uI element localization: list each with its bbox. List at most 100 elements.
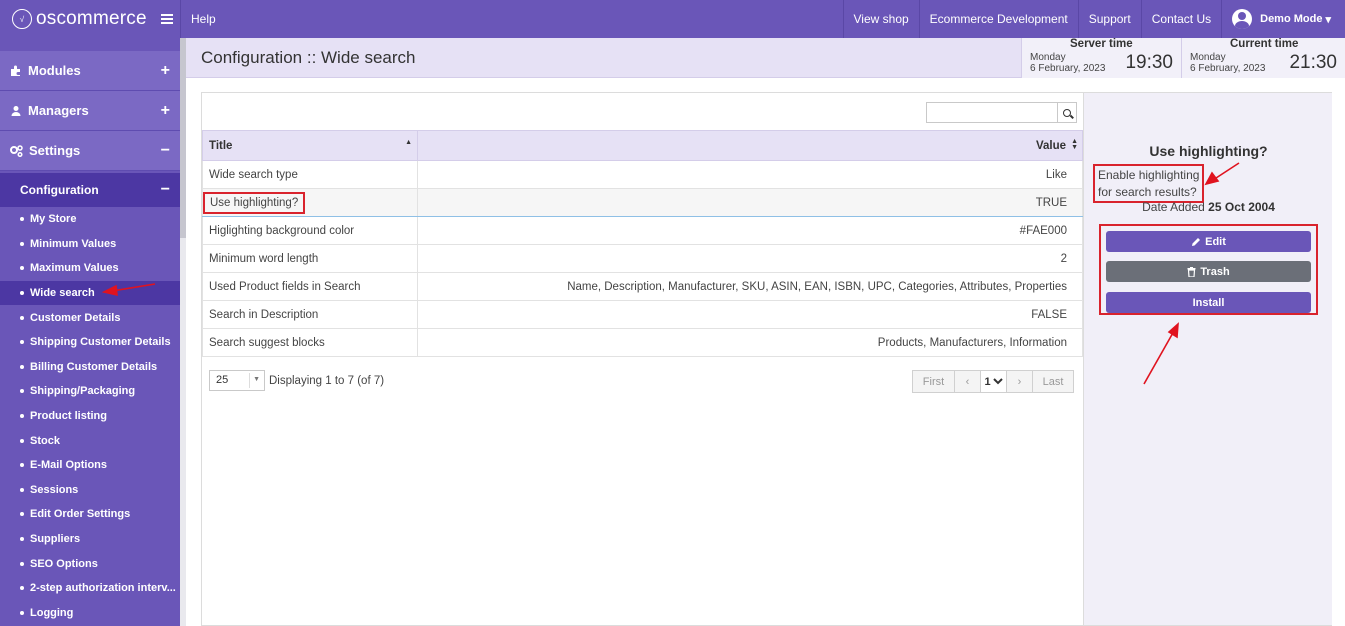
table-row[interactable]: Higlighting background color #FAE000 <box>202 216 1083 245</box>
sort-icon: ▲ ▼ <box>1071 138 1078 151</box>
sidebar-item-settings[interactable]: Settings − <box>0 131 180 171</box>
sidebar: Modules + Managers + Settings − Configur… <box>0 38 180 626</box>
ecommerce-development-link[interactable]: Ecommerce Development <box>918 0 1078 38</box>
sidebar-subitem-label: Edit Order Settings <box>30 508 131 521</box>
sidebar-subitem[interactable]: Wide search <box>0 280 180 306</box>
sidebar-subitem-label: Billing Customer Details <box>30 360 158 373</box>
install-button[interactable]: Install <box>1106 292 1311 313</box>
sidebar-subitem[interactable]: Maximum Values <box>0 256 180 281</box>
table-row[interactable]: Wide search type Like <box>202 160 1083 189</box>
main-panel: Title ▲ Value ▲ ▼ Wide search type Like Use… <box>201 92 1332 626</box>
sidebar-subitem[interactable]: Shipping Customer Details <box>0 330 180 355</box>
sidebar-subitem[interactable]: Suppliers <box>0 527 180 552</box>
page-select[interactable]: 1 <box>981 371 1007 392</box>
per-page-value: 25 <box>216 374 229 386</box>
sidebar-item-modules[interactable]: Modules + <box>0 51 180 91</box>
bullet-icon <box>20 463 24 468</box>
sidebar-item-label: Configuration <box>20 183 99 197</box>
sidebar-subitem[interactable]: Edit Order Settings <box>0 502 180 527</box>
user-avatar-icon <box>1232 9 1253 29</box>
sidebar-subitem-label: Product listing <box>30 410 107 423</box>
sidebar-subitem[interactable]: Stock <box>0 428 180 453</box>
sidebar-subitem[interactable]: SEO Options <box>0 551 180 576</box>
user-menu[interactable]: Demo Mode ▾ <box>1221 0 1345 38</box>
table-row[interactable]: Search in Description FALSE <box>202 300 1083 329</box>
bullet-icon <box>20 586 24 591</box>
hamburger-menu-icon[interactable] <box>160 12 173 26</box>
column-header-value[interactable]: Value ▲ ▼ <box>417 130 1083 161</box>
install-button-label: Install <box>1192 296 1225 309</box>
sidebar-item-managers[interactable]: Managers + <box>0 91 180 131</box>
table-row[interactable]: Search suggest blocks Products, Manufactu… <box>202 328 1083 357</box>
logo[interactable]: √ oscommerce <box>0 0 180 38</box>
chevron-left-icon[interactable]: ‹ <box>955 371 981 392</box>
sidebar-subitem[interactable]: Billing Customer Details <box>0 355 180 380</box>
cell-title: Wide search type <box>202 160 418 189</box>
bullet-icon <box>20 487 24 492</box>
server-time-date: Monday 6 February, 2023 <box>1030 52 1105 74</box>
contact-us-link[interactable]: Contact Us <box>1140 0 1221 38</box>
cell-title-text: Wide search type <box>209 168 298 181</box>
current-time-date: Monday 6 February, 2023 <box>1190 52 1265 74</box>
column-header-label: Value <box>1035 139 1066 152</box>
current-time: Current time Monday 6 February, 2023 21:… <box>1181 38 1345 78</box>
chevron-right-icon[interactable]: › <box>1007 371 1033 392</box>
column-header-label: Title <box>209 139 233 152</box>
sidebar-subitem[interactable]: 2-step authorization interv... <box>0 576 180 601</box>
page-header: Configuration :: Wide search Server time… <box>186 38 1345 78</box>
cell-title-text: Search suggest blocks <box>209 336 325 349</box>
cell-title: Minimum word length <box>202 244 418 273</box>
sidebar-subitem[interactable]: My Store <box>0 207 180 232</box>
help-link[interactable]: Help <box>180 0 226 38</box>
current-time-full-date: 6 February, 2023 <box>1190 63 1266 74</box>
configuration-submenu: My Store Minimum Values Maximum Values Wide… <box>0 207 180 625</box>
date-added: Date Added 25 Oct 2004 <box>1084 200 1333 214</box>
sidebar-subitem[interactable]: Sessions <box>0 478 180 503</box>
configuration-table: Title ▲ Value ▲ ▼ Wide search type Like Use… <box>202 130 1083 357</box>
sidebar-subitem-label: Minimum Values <box>30 237 117 250</box>
bullet-icon <box>20 315 24 320</box>
table-row[interactable]: Use highlighting? TRUE <box>202 188 1083 217</box>
logo-text: oscommerce <box>36 8 147 29</box>
column-header-title[interactable]: Title ▲ <box>202 130 418 161</box>
edit-button[interactable]: Edit <box>1106 231 1311 252</box>
last-page-button[interactable]: Last <box>1033 371 1073 392</box>
info-description-line: Enable highlighting <box>1098 168 1200 182</box>
table-row[interactable]: Used Product fields in Search Name, Descr… <box>202 272 1083 301</box>
pagination: First ‹ 1 › Last <box>912 370 1074 393</box>
cell-title: Used Product fields in Search <box>202 272 418 301</box>
sidebar-item-configuration[interactable]: Configuration − <box>0 173 180 207</box>
bullet-icon <box>20 241 24 246</box>
search-button[interactable] <box>1057 102 1077 123</box>
actions-highlight-box: Edit Trash Install <box>1099 224 1318 315</box>
support-link[interactable]: Support <box>1077 0 1141 38</box>
table-row[interactable]: Minimum word length 2 <box>202 244 1083 273</box>
first-page-button[interactable]: First <box>913 371 955 392</box>
sidebar-subitem[interactable]: Customer Details <box>0 305 180 330</box>
bullet-icon <box>20 217 24 222</box>
bullet-icon <box>20 537 24 542</box>
view-shop-link[interactable]: View shop <box>842 0 919 38</box>
per-page-select[interactable]: 25 ▼ <box>209 370 265 391</box>
sidebar-subitem-label: Maximum Values <box>30 262 119 275</box>
collapse-minus-icon: − <box>160 141 170 159</box>
sidebar-item-label: Settings <box>29 143 81 158</box>
sidebar-item-label: Managers <box>28 103 89 118</box>
sidebar-subitem-label: Suppliers <box>30 533 81 546</box>
search-input[interactable] <box>926 102 1058 123</box>
cell-title-text: Used Product fields in Search <box>209 280 361 293</box>
sidebar-subitem[interactable]: Minimum Values <box>0 232 180 257</box>
trash-button[interactable]: Trash <box>1106 261 1311 282</box>
current-time-clock: 21:30 <box>1289 52 1337 73</box>
info-title: Use highlighting? <box>1149 143 1268 159</box>
puzzle-icon <box>11 65 20 76</box>
sidebar-subitem[interactable]: Product listing <box>0 404 180 429</box>
sidebar-subitem[interactable]: E-Mail Options <box>0 453 180 478</box>
sidebar-subitem[interactable]: Logging <box>0 601 180 626</box>
cell-value: Products, Manufacturers, Information <box>417 328 1083 357</box>
cell-title-text: Search in Description <box>209 308 319 321</box>
chevron-down-icon <box>992 378 1003 385</box>
sidebar-subitem[interactable]: Shipping/Packaging <box>0 379 180 404</box>
cell-value: TRUE <box>417 188 1083 217</box>
server-time-full-date: 6 February, 2023 <box>1030 63 1106 74</box>
